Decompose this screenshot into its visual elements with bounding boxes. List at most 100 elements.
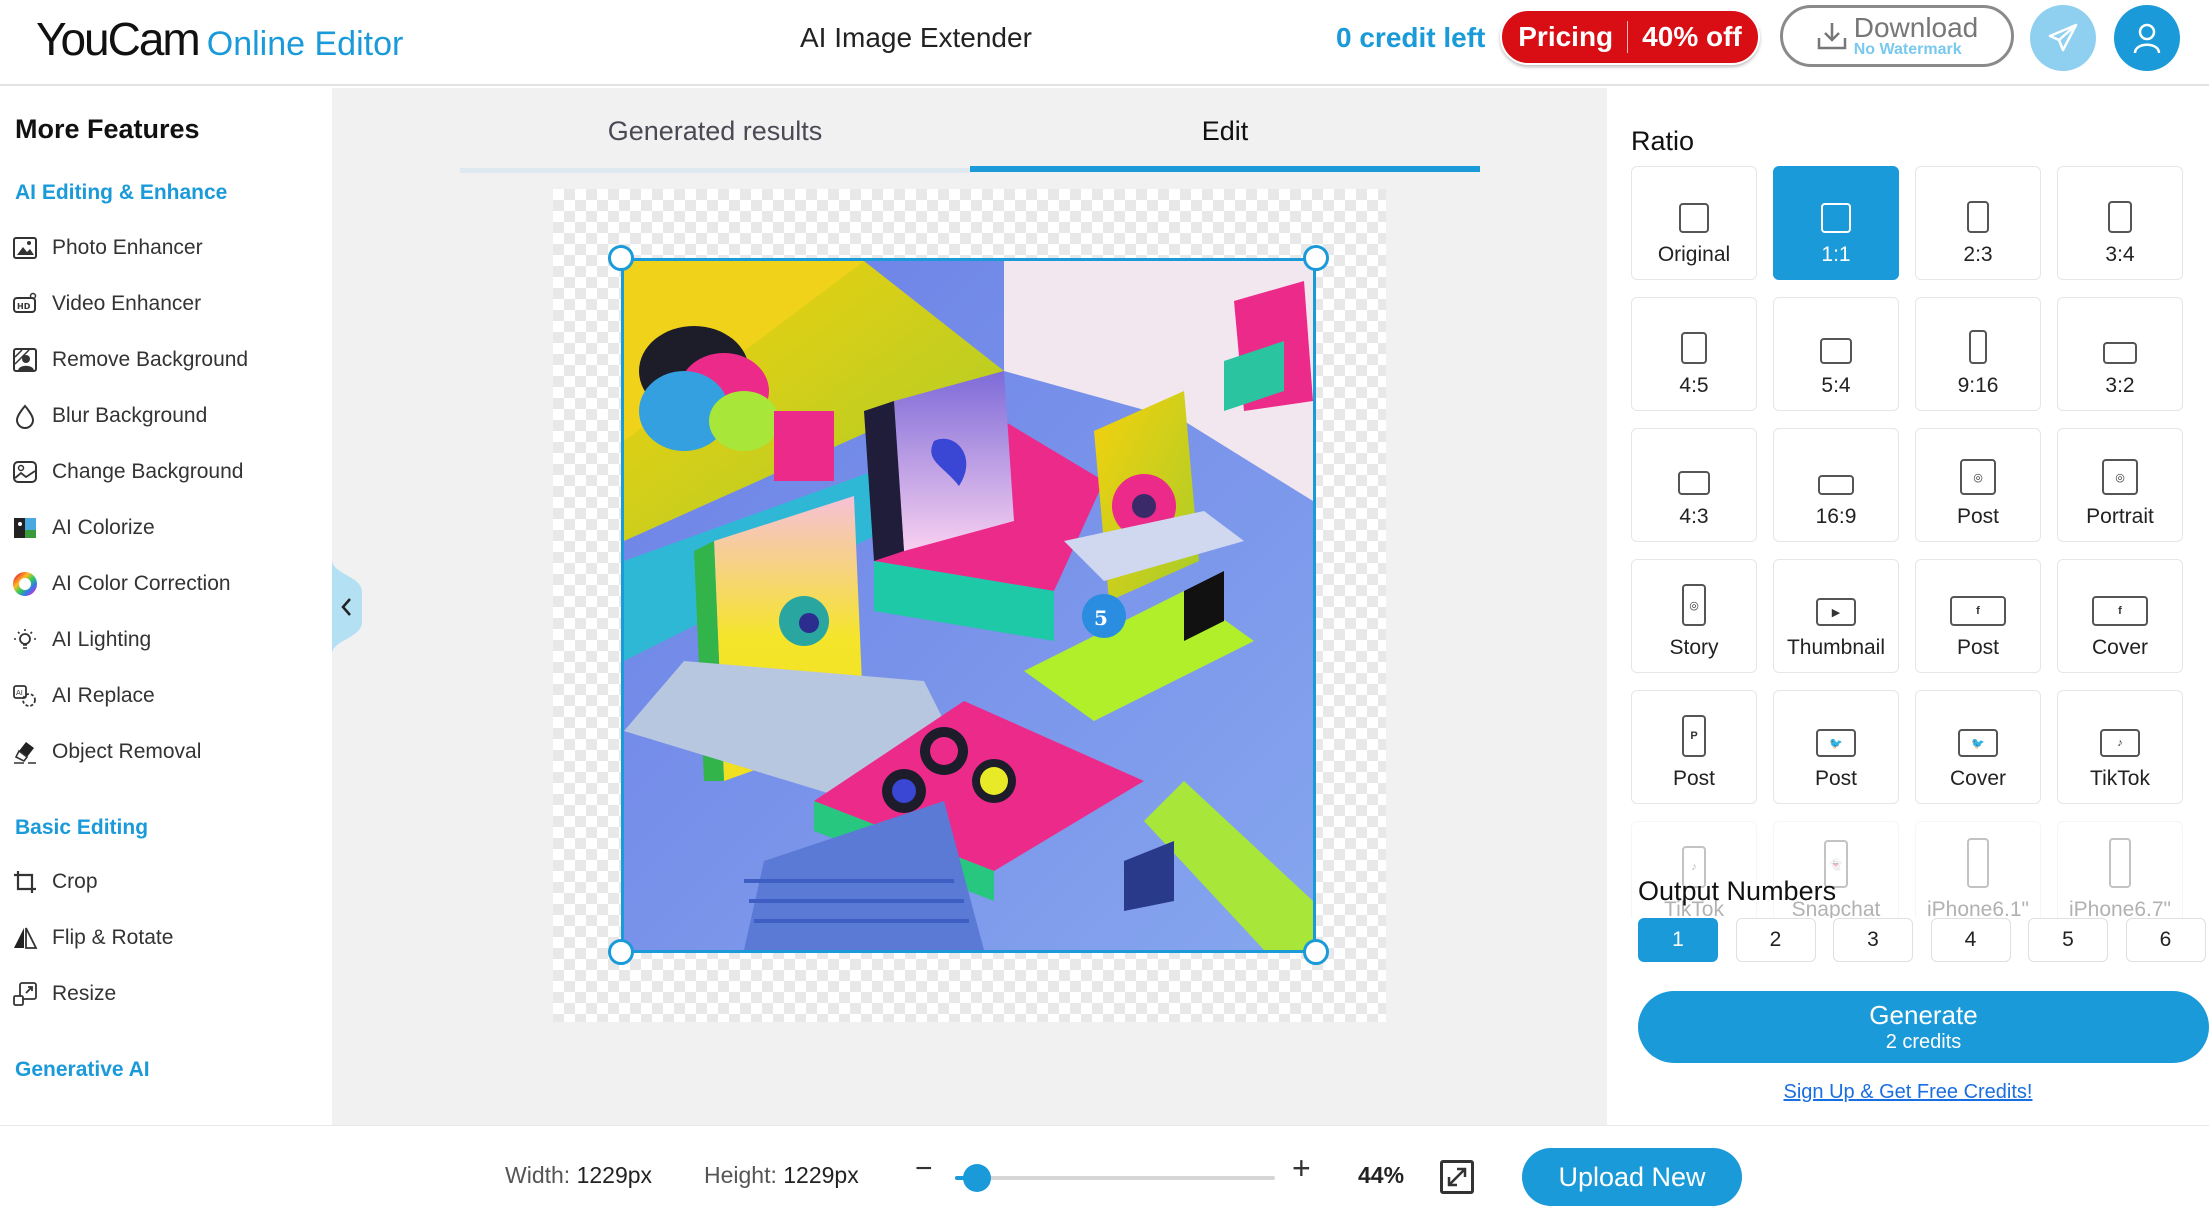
tab-indicator-active <box>970 166 1480 172</box>
expand-icon <box>1447 1167 1467 1187</box>
ratio-title: Ratio <box>1631 126 1695 156</box>
ratio-option[interactable]: iPhone6.7" <box>2057 821 2183 918</box>
sidebar-item-crop[interactable]: Crop <box>12 862 98 902</box>
share-button[interactable] <box>2030 5 2096 71</box>
download-sublabel: No Watermark <box>1853 41 1962 58</box>
ratio-option[interactable]: ◎ Story <box>1631 559 1757 673</box>
output-number-option[interactable]: 2 <box>1735 918 1816 962</box>
ratio-option[interactable]: 3:2 <box>2057 297 2183 411</box>
sidebar-item-ai-lighting[interactable]: AI Lighting <box>12 620 151 660</box>
upload-new-button[interactable]: Upload New <box>1522 1148 1742 1206</box>
settings-panel: Ratio Original 1:1 2:3 3:4 4:5 5:4 9:16 3:2 4:3 1… <box>1607 88 2209 1125</box>
ratio-option[interactable]: 🐦 Post <box>1773 690 1899 804</box>
section-basic-editing: Basic Editing <box>15 816 149 839</box>
tab-generated-results[interactable]: Generated results <box>460 116 970 147</box>
ratio-option[interactable]: Original <box>1631 166 1757 280</box>
sidebar-item-ai-colorize[interactable]: AI Colorize <box>12 508 155 548</box>
output-number-option[interactable]: 3 <box>1833 918 1913 962</box>
output-number-option[interactable]: 5 <box>2028 918 2108 962</box>
ratio-option[interactable]: ▶ Thumbnail <box>1773 559 1899 673</box>
ratio-option[interactable]: 2:3 <box>1915 166 2041 280</box>
download-button[interactable]: Download No Watermark <box>1780 5 2014 67</box>
ratio-option[interactable]: 9:16 <box>1915 297 2041 411</box>
apple-icon <box>2109 838 2131 888</box>
ratio-option[interactable]: 🐦 Cover <box>1915 690 2041 804</box>
ratio-option[interactable]: 4:5 <box>1631 297 1757 411</box>
user-account-button[interactable] <box>2114 5 2180 71</box>
output-number-option[interactable]: 1 <box>1638 918 1718 962</box>
sidebar-item-label: Photo Enhancer <box>52 236 203 259</box>
ratio-option[interactable]: ◎ Portrait <box>2057 428 2183 542</box>
ratio-option-label: 5:4 <box>1821 374 1851 397</box>
output-numbers-title: Output Numbers <box>1638 876 1837 906</box>
sidebar-item-label: Video Enhancer <box>52 292 202 315</box>
sidebar-item-label: AI Color Correction <box>52 572 231 595</box>
ratio-option[interactable]: iPhone6.1" <box>1915 821 2041 918</box>
sidebar-item-remove-background[interactable]: Remove Background <box>12 340 248 380</box>
youtube-icon: ▶ <box>1816 598 1856 626</box>
features-sidebar: More Features AI Editing & Enhance Photo… <box>0 88 332 1125</box>
canvas-area: Generated results Edit 5 <box>332 88 1607 1125</box>
aspect-ratio-icon <box>1820 338 1852 364</box>
width-value: 1229px <box>576 1162 653 1188</box>
pricing-button[interactable]: Pricing 40% off <box>1500 9 1760 65</box>
resize-handle-top-right[interactable] <box>1303 245 1329 271</box>
tab-edit[interactable]: Edit <box>970 116 1480 147</box>
sidebar-item-label: Resize <box>52 982 117 1005</box>
ratio-option[interactable]: P Post <box>1631 690 1757 804</box>
resize-icon <box>12 981 38 1007</box>
output-number-option[interactable]: 6 <box>2125 918 2206 962</box>
height-readout: Height: 1229px <box>704 1162 859 1189</box>
apple-icon <box>1967 838 1989 888</box>
sidebar-item-object-removal[interactable]: Object Removal <box>12 732 201 772</box>
change-background-icon <box>12 459 38 485</box>
sidebar-item-photo-enhancer[interactable]: Photo Enhancer <box>12 228 203 268</box>
sidebar-item-label: AI Replace <box>52 684 155 707</box>
ratio-option[interactable]: 3:4 <box>2057 166 2183 280</box>
facebook-icon: f <box>1950 596 2006 626</box>
zoom-in-button[interactable]: + <box>1292 1150 1311 1187</box>
collapse-sidebar-button[interactable] <box>332 560 366 654</box>
generate-button[interactable]: Generate 2 credits <box>1638 991 2209 1063</box>
height-value: 1229px <box>783 1162 859 1188</box>
sidebar-item-resize[interactable]: Resize <box>12 974 116 1014</box>
signup-link[interactable]: Sign Up & Get Free Credits! <box>1607 1081 2209 1104</box>
download-label: Download <box>1853 12 1979 43</box>
sidebar-item-ai-replace[interactable]: AI AI Replace <box>12 676 155 716</box>
aspect-ratio-icon <box>1681 332 1707 364</box>
ratio-option-label: 4:3 <box>1679 505 1709 528</box>
output-number-option[interactable]: 4 <box>1930 918 2011 962</box>
resize-handle-bottom-right[interactable] <box>1303 939 1329 965</box>
resize-handle-bottom-left[interactable] <box>608 939 634 965</box>
ratio-option[interactable]: ◎ Post <box>1915 428 2041 542</box>
ratio-option-label: Thumbnail <box>1786 636 1886 659</box>
resize-handle-top-left[interactable] <box>608 245 634 271</box>
youcam-logo[interactable]: YouCam Online Editor <box>36 12 403 66</box>
sidebar-item-change-background[interactable]: Change Background <box>12 452 243 492</box>
ratio-grid: Original 1:1 2:3 3:4 4:5 5:4 9:16 3:2 4:3 16:9 ◎ Po… <box>1631 166 2191 918</box>
source-image[interactable]: 5 <box>621 258 1316 953</box>
fit-screen-button[interactable] <box>1440 1160 1474 1194</box>
ratio-option[interactable]: 5:4 <box>1773 297 1899 411</box>
instagram-icon: ◎ <box>2102 459 2138 495</box>
zoom-slider[interactable] <box>955 1164 1275 1192</box>
ratio-option-label: 1:1 <box>1821 243 1851 266</box>
sidebar-item-video-enhancer[interactable]: HD Video Enhancer <box>12 284 201 324</box>
sidebar-title: More Features <box>15 114 200 144</box>
zoom-slider-thumb[interactable] <box>963 1164 992 1192</box>
ratio-option[interactable]: f Cover <box>2057 559 2183 673</box>
sidebar-item-ai-color-correction[interactable]: AI Color Correction <box>12 564 231 604</box>
color-wheel-icon <box>12 571 38 597</box>
ratio-option[interactable]: 1:1 <box>1773 166 1899 280</box>
ratio-option[interactable]: 4:3 <box>1631 428 1757 542</box>
crop-icon <box>12 869 38 895</box>
sidebar-item-blur-background[interactable]: Blur Background <box>12 396 207 436</box>
ratio-option[interactable]: 16:9 <box>1773 428 1899 542</box>
ratio-option[interactable]: f Post <box>1915 559 2041 673</box>
twitter-icon: 🐦 <box>1958 729 1998 757</box>
sidebar-item-flip-rotate[interactable]: Flip & Rotate <box>12 918 173 958</box>
instagram-icon: ◎ <box>1960 459 1996 495</box>
zoom-out-button[interactable]: − <box>915 1152 933 1186</box>
aspect-ratio-icon <box>1678 471 1710 495</box>
ratio-option[interactable]: ♪ TikTok <box>2057 690 2183 804</box>
